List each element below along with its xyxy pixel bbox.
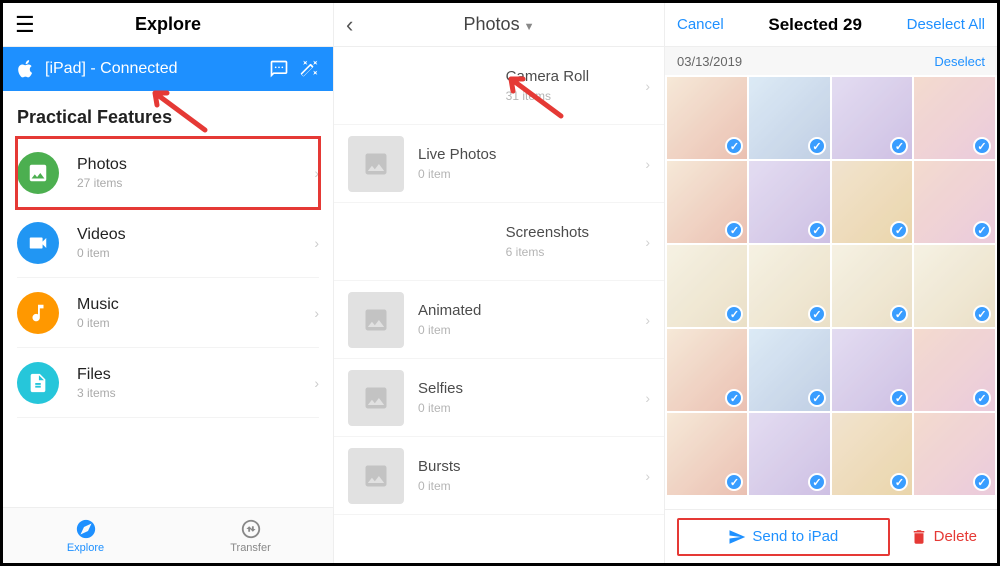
delete-button[interactable]: Delete bbox=[902, 528, 985, 546]
apple-icon bbox=[17, 60, 35, 78]
album-thumb bbox=[348, 370, 404, 426]
feature-videos[interactable]: Videos0 item › bbox=[17, 208, 319, 278]
deselect-all-button[interactable]: Deselect All bbox=[907, 16, 985, 33]
chevron-right-icon: › bbox=[314, 235, 319, 251]
album-camera-roll[interactable]: Camera Roll31 items › bbox=[334, 47, 664, 125]
cancel-button[interactable]: Cancel bbox=[677, 16, 724, 33]
check-icon bbox=[890, 473, 908, 491]
photo-cell[interactable] bbox=[749, 161, 830, 243]
check-icon bbox=[808, 221, 826, 239]
files-icon bbox=[17, 362, 59, 404]
check-icon bbox=[973, 473, 991, 491]
album-thumb bbox=[348, 58, 492, 114]
check-icon bbox=[890, 137, 908, 155]
chevron-right-icon: › bbox=[645, 156, 650, 172]
photo-grid bbox=[665, 75, 997, 509]
feature-music[interactable]: Music0 item › bbox=[17, 278, 319, 348]
photo-cell[interactable] bbox=[914, 245, 995, 327]
magic-icon[interactable] bbox=[299, 59, 319, 79]
feature-photos[interactable]: Photos 27 items › bbox=[17, 138, 319, 208]
photo-cell[interactable] bbox=[832, 329, 913, 411]
photos-title[interactable]: Photos▼ bbox=[464, 14, 535, 35]
photo-cell[interactable] bbox=[667, 329, 747, 411]
back-icon[interactable]: ‹ bbox=[346, 12, 353, 38]
album-selfies[interactable]: Selfies0 item › bbox=[334, 359, 664, 437]
send-to-ipad-button[interactable]: Send to iPad bbox=[677, 518, 890, 556]
photo-cell[interactable] bbox=[914, 413, 995, 495]
selected-title: Selected 29 bbox=[768, 15, 862, 35]
check-icon bbox=[725, 221, 743, 239]
chevron-right-icon: › bbox=[645, 390, 650, 406]
chevron-right-icon: › bbox=[314, 165, 319, 181]
check-icon bbox=[973, 221, 991, 239]
check-icon bbox=[725, 137, 743, 155]
menu-icon[interactable]: ☰ bbox=[15, 12, 35, 38]
check-icon bbox=[973, 305, 991, 323]
tab-transfer[interactable]: Transfer bbox=[168, 508, 333, 563]
check-icon bbox=[808, 389, 826, 407]
feature-files[interactable]: Files3 items › bbox=[17, 348, 319, 418]
photo-cell[interactable] bbox=[832, 413, 913, 495]
check-icon bbox=[890, 221, 908, 239]
check-icon bbox=[808, 137, 826, 155]
date-label: 03/13/2019 bbox=[677, 54, 742, 69]
photo-cell[interactable] bbox=[914, 329, 995, 411]
photo-cell[interactable] bbox=[749, 413, 830, 495]
feature-label: Photos bbox=[77, 156, 314, 174]
chevron-right-icon: › bbox=[645, 312, 650, 328]
photo-cell[interactable] bbox=[832, 245, 913, 327]
check-icon bbox=[808, 473, 826, 491]
section-title: Practical Features bbox=[3, 91, 333, 138]
chevron-right-icon: › bbox=[645, 468, 650, 484]
device-banner[interactable]: [iPad] - Connected bbox=[3, 47, 333, 91]
photo-cell[interactable] bbox=[749, 329, 830, 411]
dropdown-icon: ▼ bbox=[524, 21, 535, 33]
chevron-right-icon: › bbox=[314, 375, 319, 391]
photo-cell[interactable] bbox=[749, 77, 830, 159]
photo-cell[interactable] bbox=[832, 77, 913, 159]
videos-icon bbox=[17, 222, 59, 264]
send-icon bbox=[728, 528, 746, 546]
feature-sub: 27 items bbox=[77, 176, 314, 190]
tab-explore[interactable]: Explore bbox=[3, 508, 168, 563]
check-icon bbox=[890, 389, 908, 407]
album-thumb bbox=[348, 448, 404, 504]
album-thumb bbox=[348, 214, 492, 270]
photo-cell[interactable] bbox=[914, 161, 995, 243]
music-icon bbox=[17, 292, 59, 334]
album-live-photos[interactable]: Live Photos0 item › bbox=[334, 125, 664, 203]
check-icon bbox=[808, 305, 826, 323]
photo-cell[interactable] bbox=[667, 77, 747, 159]
photo-cell[interactable] bbox=[749, 245, 830, 327]
chat-icon[interactable] bbox=[269, 59, 289, 79]
album-animated[interactable]: Animated0 item › bbox=[334, 281, 664, 359]
chevron-right-icon: › bbox=[314, 305, 319, 321]
trash-icon bbox=[910, 528, 928, 546]
explore-title: Explore bbox=[135, 14, 201, 35]
chevron-right-icon: › bbox=[645, 78, 650, 94]
compass-icon bbox=[75, 518, 97, 540]
device-label: [iPad] - Connected bbox=[45, 60, 178, 78]
chevron-right-icon: › bbox=[645, 234, 650, 250]
deselect-button[interactable]: Deselect bbox=[934, 54, 985, 69]
check-icon bbox=[973, 137, 991, 155]
album-thumb bbox=[348, 136, 404, 192]
photo-cell[interactable] bbox=[667, 161, 747, 243]
photo-cell[interactable] bbox=[667, 245, 747, 327]
photo-cell[interactable] bbox=[667, 413, 747, 495]
check-icon bbox=[973, 389, 991, 407]
check-icon bbox=[725, 473, 743, 491]
album-thumb bbox=[348, 292, 404, 348]
check-icon bbox=[725, 305, 743, 323]
check-icon bbox=[890, 305, 908, 323]
photos-icon bbox=[17, 152, 59, 194]
album-screenshots[interactable]: Screenshots6 items › bbox=[334, 203, 664, 281]
check-icon bbox=[725, 389, 743, 407]
album-bursts[interactable]: Bursts0 item › bbox=[334, 437, 664, 515]
photo-cell[interactable] bbox=[914, 77, 995, 159]
transfer-icon bbox=[240, 518, 262, 540]
photo-cell[interactable] bbox=[832, 161, 913, 243]
